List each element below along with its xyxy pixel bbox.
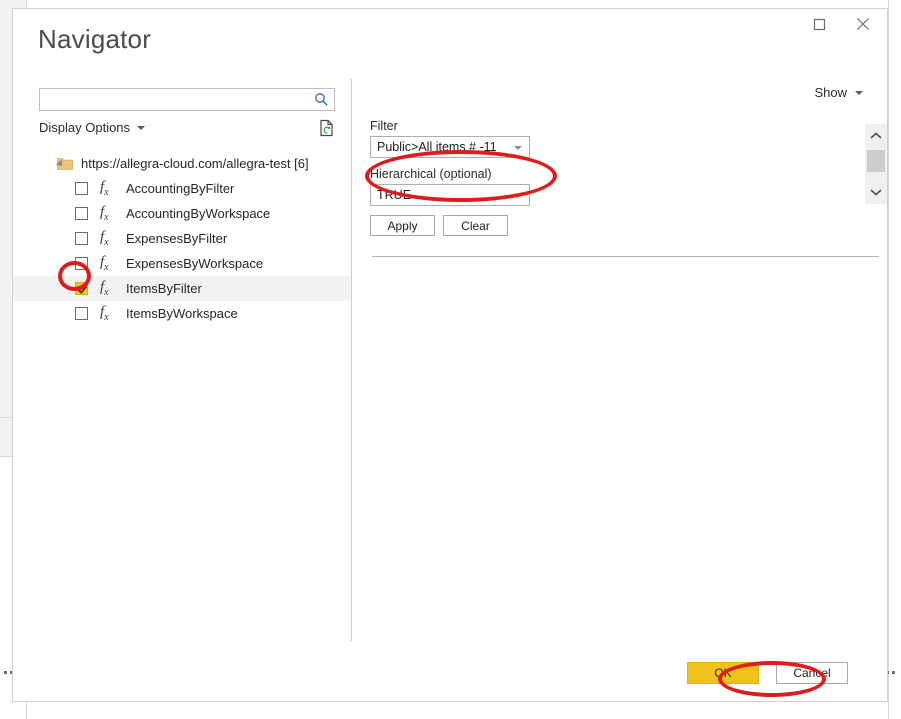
function-fx-icon: fx (100, 179, 116, 198)
scrollbar-thumb[interactable] (867, 150, 885, 172)
tree-item-checkbox[interactable] (75, 207, 88, 220)
right-pane-scrollbar[interactable] (865, 124, 887, 204)
tree-item-accountingbyworkspace[interactable]: fx AccountingByWorkspace (13, 201, 351, 226)
show-dropdown-label: Show (814, 85, 847, 100)
filter-buttons: Apply Clear (370, 215, 700, 236)
function-fx-icon: fx (100, 304, 116, 323)
ok-button[interactable]: OK (687, 662, 759, 684)
scrollbar-down-arrow[interactable] (865, 180, 887, 204)
tree-item-checkbox[interactable] (75, 307, 88, 320)
filter-label: Filter (370, 119, 700, 133)
scrollbar-up-arrow[interactable] (865, 124, 887, 148)
tree-item-checkbox[interactable] (75, 182, 88, 195)
tree-item-label: ExpensesByWorkspace (126, 256, 263, 271)
tree-item-accountingbyfilter[interactable]: fx AccountingByFilter (13, 176, 351, 201)
function-fx-icon: fx (100, 254, 116, 273)
clear-button[interactable]: Clear (443, 215, 508, 236)
page-title: Navigator (38, 26, 151, 52)
close-button[interactable] (841, 9, 885, 39)
function-fx-icon: fx (100, 204, 116, 223)
hierarchical-dropdown[interactable]: TRUE (370, 184, 530, 206)
chevron-down-icon (870, 188, 882, 196)
chevron-down-icon (855, 91, 863, 95)
display-options-row: Display Options (39, 120, 335, 140)
right-pane: Show Filter Public>All items # -11 Hiera… (352, 71, 887, 651)
search-icon[interactable] (314, 92, 329, 110)
search-input[interactable] (40, 89, 312, 110)
search-box[interactable] (39, 88, 335, 111)
maximize-button[interactable] (797, 9, 841, 39)
filter-form: Filter Public>All items # -11 Hierarchic… (370, 119, 700, 236)
left-pane: Display Options https://allegra-cloud. (13, 71, 351, 651)
chevron-down-icon (137, 126, 145, 130)
chevron-up-icon (870, 132, 882, 140)
navigator-dialog: Navigator Display Op (12, 8, 888, 702)
function-fx-icon: fx (100, 229, 116, 248)
close-icon (856, 17, 870, 31)
cancel-button[interactable]: Cancel (776, 662, 848, 684)
tree-item-label: AccountingByWorkspace (126, 206, 270, 221)
function-fx-icon: fx (100, 279, 116, 298)
chevron-down-icon (514, 194, 522, 198)
tree-item-itemsbyfilter[interactable]: fx ItemsByFilter (13, 276, 351, 301)
dialog-footer: OK Cancel (13, 647, 887, 701)
refresh-document-icon[interactable] (319, 119, 335, 140)
apply-button[interactable]: Apply (370, 215, 435, 236)
title-bar: Navigator (13, 9, 887, 43)
filter-dropdown[interactable]: Public>All items # -11 (370, 136, 530, 158)
tree-item-label: ItemsByFilter (126, 281, 202, 296)
hierarchical-dropdown-value: TRUE (371, 188, 411, 202)
navigator-tree: https://allegra-cloud.com/allegra-test [… (13, 151, 351, 326)
tree-item-label: ItemsByWorkspace (126, 306, 238, 321)
tree-item-label: ExpensesByFilter (126, 231, 227, 246)
tree-root-label: https://allegra-cloud.com/allegra-test [… (81, 156, 309, 171)
tree-item-checkbox-checked[interactable] (75, 282, 88, 295)
tree-item-expensesbyfilter[interactable]: fx ExpensesByFilter (13, 226, 351, 251)
chevron-down-icon (514, 146, 522, 150)
display-options-label: Display Options (39, 120, 130, 135)
content-separator (372, 256, 879, 257)
tree-item-checkbox[interactable] (75, 232, 88, 245)
display-options-button[interactable]: Display Options (39, 120, 145, 135)
background-right-edge (888, 0, 889, 719)
tree-root-node[interactable]: https://allegra-cloud.com/allegra-test [… (13, 151, 351, 176)
hierarchical-label: Hierarchical (optional) (370, 167, 700, 181)
tree-item-label: AccountingByFilter (126, 181, 234, 196)
tree-item-checkbox[interactable] (75, 257, 88, 270)
filter-dropdown-value: Public>All items # -11 (371, 140, 497, 154)
maximize-icon (813, 18, 826, 31)
tree-item-itemsbyworkspace[interactable]: fx ItemsByWorkspace (13, 301, 351, 326)
show-dropdown-button[interactable]: Show (814, 85, 863, 100)
tree-item-expensesbyworkspace[interactable]: fx ExpensesByWorkspace (13, 251, 351, 276)
